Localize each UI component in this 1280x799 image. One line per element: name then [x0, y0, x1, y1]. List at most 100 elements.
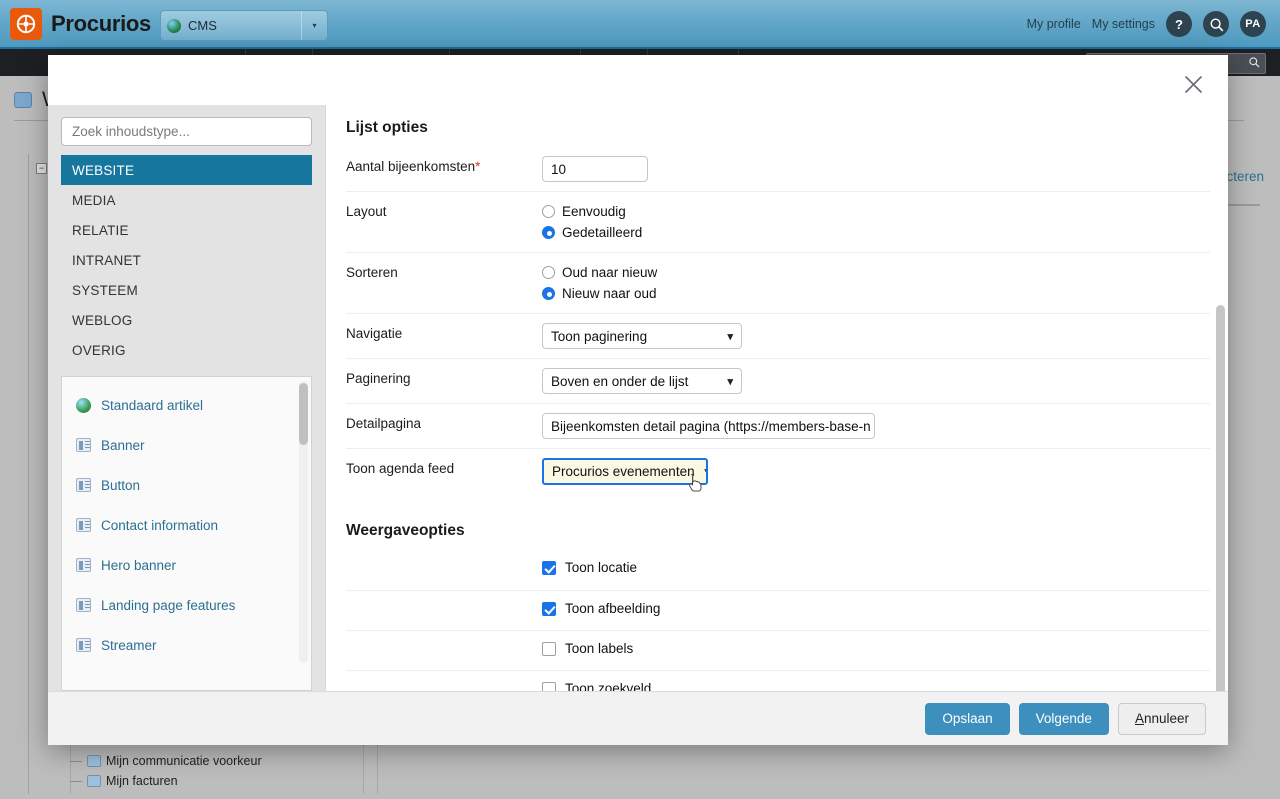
aantal-bijeenkomsten-input[interactable] — [542, 156, 648, 182]
checkbox-icon-checked[interactable] — [542, 601, 556, 616]
radio-layout-eenvoudig[interactable]: Eenvoudig — [542, 201, 1210, 222]
checkbox-toon-afbeelding[interactable]: Toon afbeelding — [542, 598, 1210, 619]
checkbox-toon-labels[interactable]: Toon labels — [542, 638, 1210, 659]
field-control: Toon afbeelding — [542, 598, 1210, 619]
content-type-contact-information[interactable]: Contact information — [62, 505, 311, 545]
globe-icon — [76, 397, 91, 413]
field-label: Toon agenda feed — [346, 461, 455, 476]
content-type-label: Contact information — [101, 517, 219, 533]
category-relatie[interactable]: RELATIE — [61, 215, 312, 245]
close-icon[interactable] — [1178, 69, 1208, 99]
modal-scrollbar-thumb[interactable] — [1216, 305, 1225, 741]
checkbox-label: Toon labels — [565, 641, 634, 656]
field-row-layout: Layout Eenvoudig Gedetailleerd — [346, 191, 1210, 252]
required-marker: * — [475, 159, 481, 174]
checkbox-label: Toon zoekveld — [565, 681, 652, 691]
field-control: Toon zoekveld — [542, 678, 1210, 691]
module-select[interactable]: CMS ▾ — [160, 10, 328, 41]
content-type-sidebar: WEBSITE MEDIA RELATIE INTRANET SYSTEEM W… — [48, 105, 326, 691]
next-button[interactable]: Volgende — [1018, 702, 1109, 735]
tree-twig — [70, 760, 82, 762]
checkbox-icon[interactable] — [542, 641, 556, 656]
my-profile-link[interactable]: My profile — [1027, 17, 1081, 31]
content-type-label: Button — [101, 477, 141, 493]
my-settings-link[interactable]: My settings — [1092, 17, 1155, 31]
content-type-label: Standaard artikel — [101, 397, 204, 413]
chevron-down-icon: ▾ — [727, 330, 733, 343]
radio-label: Gedetailleerd — [562, 225, 643, 240]
radio-icon-selected[interactable] — [542, 226, 555, 239]
category-label: SYSTEEM — [72, 282, 138, 298]
content-type-banner[interactable]: Banner — [62, 425, 311, 465]
page-action-link[interactable]: cteren — [1226, 169, 1264, 184]
tree-collapse-toggle[interactable]: − — [36, 162, 47, 174]
category-overig[interactable]: OVERIG — [61, 335, 312, 365]
category-systeem[interactable]: SYSTEEM — [61, 275, 312, 305]
radio-icon[interactable] — [542, 205, 555, 218]
tree-item[interactable]: Mijn communicatie voorkeur — [70, 751, 430, 771]
document-icon — [76, 558, 91, 572]
content-type-streamer[interactable]: Streamer — [62, 625, 311, 665]
category-media[interactable]: MEDIA — [61, 185, 312, 215]
cancel-button[interactable]: Annuleer — [1117, 702, 1206, 735]
category-label: RELATIE — [72, 222, 129, 238]
field-label: Aantal bijeenkomsten* — [346, 156, 542, 174]
checkbox-toon-locatie[interactable]: Toon locatie — [542, 557, 1210, 578]
select-value: Boven en onder de lijst — [551, 373, 689, 389]
modal-body: WEBSITE MEDIA RELATIE INTRANET SYSTEEM W… — [48, 105, 1228, 691]
brand: Procurios — [10, 8, 151, 40]
radio-icon[interactable] — [542, 266, 555, 279]
content-type-scrollbar-thumb[interactable] — [299, 383, 308, 445]
search-icon[interactable] — [1203, 11, 1229, 37]
radio-sorteren-oud-naar-nieuw[interactable]: Oud naar nieuw — [542, 262, 1210, 283]
category-label: MEDIA — [72, 192, 116, 208]
radio-sorteren-nieuw-naar-oud[interactable]: Nieuw naar oud — [542, 283, 1210, 304]
magnifier-icon[interactable] — [1248, 56, 1260, 71]
save-button[interactable]: Opslaan — [925, 702, 1010, 735]
field-row-toon-zoekveld: Toon zoekveld — [346, 670, 1210, 691]
chevron-down-icon[interactable]: ▾ — [301, 11, 327, 40]
settings-form-inner: Lijst opties Aantal bijeenkomsten* Layou… — [326, 105, 1228, 691]
radio-layout-gedetailleerd[interactable]: Gedetailleerd — [542, 222, 1210, 243]
category-website[interactable]: WEBSITE — [61, 155, 312, 185]
category-weblog[interactable]: WEBLOG — [61, 305, 312, 335]
tree-item[interactable]: Mijn facturen — [70, 771, 430, 791]
field-label: Navigatie — [346, 326, 403, 341]
radio-label: Eenvoudig — [562, 204, 626, 219]
checkbox-label: Toon locatie — [565, 560, 638, 575]
content-type-landing-page-features[interactable]: Landing page features — [62, 585, 311, 625]
content-type-hero-banner[interactable]: Hero banner — [62, 545, 311, 585]
detailpagina-select[interactable]: Bijeenkomsten detail pagina (https://mem… — [542, 413, 875, 439]
category-intranet[interactable]: INTRANET — [61, 245, 312, 275]
cancel-label-rest: nnuleer — [1143, 711, 1189, 726]
category-label: OVERIG — [72, 342, 126, 358]
help-button[interactable]: ? — [1166, 11, 1192, 37]
top-header-right: My profile My settings ? PA — [1027, 11, 1266, 37]
field-row-toon-locatie: Toon locatie — [346, 550, 1210, 590]
field-row-toon-agenda-feed: Toon agenda feed Procurios evenementen ▾ — [346, 448, 1210, 494]
content-type-category-list: WEBSITE MEDIA RELATIE INTRANET SYSTEEM W… — [61, 155, 312, 365]
tree-item-label: Mijn facturen — [106, 774, 178, 788]
field-row-navigatie: Navigatie Toon paginering ▾ — [346, 313, 1210, 358]
content-type-label: Landing page features — [101, 597, 236, 613]
field-row-paginering: Paginering Boven en onder de lijst ▾ — [346, 358, 1210, 403]
content-type-button[interactable]: Button — [62, 465, 311, 505]
content-type-search-input[interactable] — [61, 117, 312, 146]
checkbox-icon-checked[interactable] — [542, 560, 556, 575]
page-icon — [87, 755, 101, 767]
navigatie-select[interactable]: Toon paginering ▾ — [542, 323, 742, 349]
field-control: Toon labels — [542, 638, 1210, 659]
paginering-select[interactable]: Boven en onder de lijst ▾ — [542, 368, 742, 394]
field-label: Paginering — [346, 371, 411, 386]
checkbox-toon-zoekveld[interactable]: Toon zoekveld — [542, 678, 1210, 691]
document-icon — [76, 518, 91, 532]
content-type-standaard-artikel[interactable]: Standaard artikel — [62, 385, 311, 425]
sitemap-icon — [14, 92, 32, 108]
field-control: Procurios evenementen ▾ — [542, 458, 1210, 485]
checkbox-icon[interactable] — [542, 681, 556, 691]
avatar[interactable]: PA — [1240, 11, 1266, 37]
radio-icon-selected[interactable] — [542, 287, 555, 300]
field-control: Bijeenkomsten detail pagina (https://mem… — [542, 413, 1210, 439]
field-control: Toon locatie — [542, 557, 1210, 578]
toon-agenda-feed-select[interactable]: Procurios evenementen ▾ — [542, 458, 708, 485]
